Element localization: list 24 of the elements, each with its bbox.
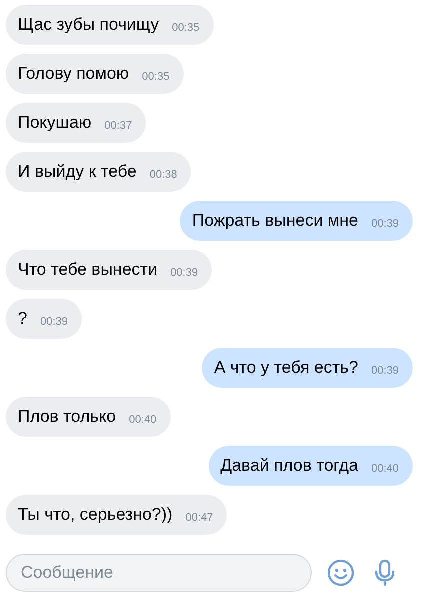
message-text: Что тебе вынести — [18, 259, 158, 281]
message-text: Давай плов тогда — [220, 455, 358, 477]
message-time: 00:39 — [371, 364, 399, 378]
message-time: 00:38 — [150, 168, 178, 182]
message-text: ? — [18, 308, 28, 330]
message-time: 00:47 — [186, 511, 214, 525]
message-time: 00:37 — [104, 119, 132, 133]
message-text: Ты что, серьезно?)) — [18, 504, 173, 526]
message-time: 00:40 — [129, 413, 157, 427]
smiley-icon[interactable] — [326, 558, 356, 588]
message-input-field[interactable]: Сообщение — [6, 554, 312, 592]
message-time: 00:39 — [371, 217, 399, 231]
message-text: А что у тебя есть? — [214, 357, 358, 379]
message-time: 00:39 — [170, 266, 198, 280]
message-text: Голову помою — [18, 63, 130, 85]
message-text: Покушаю — [18, 112, 92, 134]
message-text: Щас зубы почищу — [18, 14, 160, 36]
message-text: И выйду к тебе — [18, 161, 137, 183]
message-text: Плов только — [18, 406, 116, 428]
message-time: 00:35 — [142, 70, 170, 84]
message-time: 00:35 — [172, 21, 200, 35]
message-text: Пожрать вынеси мне — [192, 210, 358, 232]
message-time: 00:40 — [371, 462, 399, 476]
message-time: 00:39 — [40, 315, 68, 329]
